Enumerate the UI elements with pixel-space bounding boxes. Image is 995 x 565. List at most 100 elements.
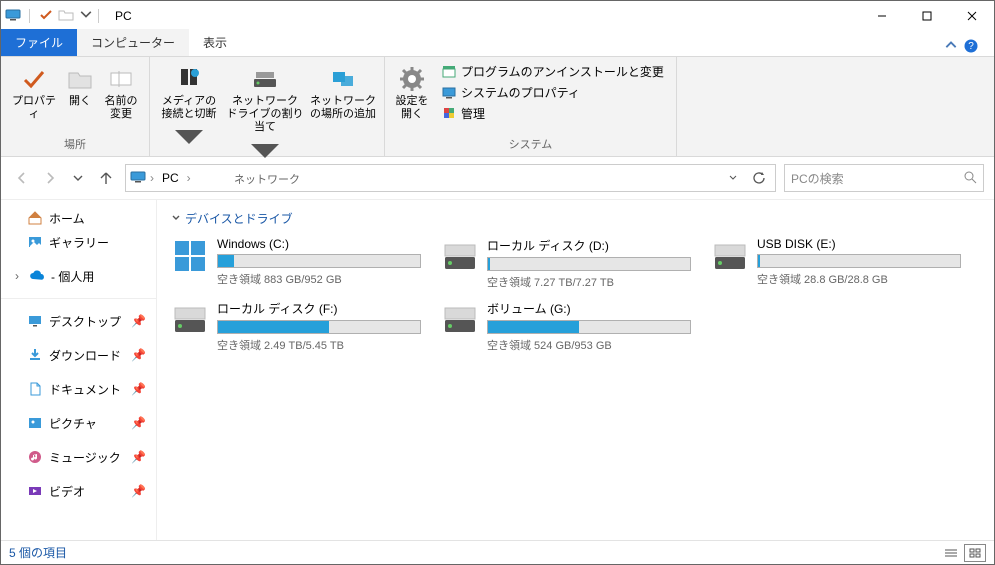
media-connect-button[interactable]: メディアの接続と切断 bbox=[156, 61, 222, 169]
drive-name: ローカル ディスク (D:) bbox=[487, 237, 691, 254]
sidebar-item-desktop[interactable]: デスクトップ 📌 bbox=[1, 309, 156, 333]
ribbon-group-network: メディアの接続と切断 ネットワーク ドライブの割り当て ネットワークの場所の追加… bbox=[150, 57, 385, 156]
sidebar-item-pictures[interactable]: ピクチャ 📌 bbox=[1, 411, 156, 435]
sidebar-item-label: ミュージック bbox=[49, 449, 121, 466]
drive-item[interactable]: Windows (C:)空き領域 883 GB/952 GB bbox=[171, 237, 421, 290]
sidebar-item-label: デスクトップ bbox=[49, 313, 121, 330]
properties-label: プロパティ bbox=[9, 95, 59, 121]
chevron-right-icon[interactable]: › bbox=[150, 171, 154, 185]
add-network-location-label: ネットワークの場所の追加 bbox=[310, 95, 376, 121]
view-tiles-button[interactable] bbox=[964, 544, 986, 562]
expand-icon[interactable]: › bbox=[11, 269, 23, 283]
map-drive-button[interactable]: ネットワーク ドライブの割り当て bbox=[224, 61, 306, 169]
drive-free-space: 空き領域 524 GB/953 GB bbox=[487, 337, 691, 353]
drive-free-space: 空き領域 883 GB/952 GB bbox=[217, 271, 421, 287]
forward-button[interactable] bbox=[39, 167, 61, 189]
drive-item[interactable]: ローカル ディスク (D:)空き領域 7.27 TB/7.27 TB bbox=[441, 237, 691, 290]
drive-icon bbox=[711, 237, 749, 275]
system-properties-label: システムのプロパティ bbox=[461, 84, 580, 101]
drive-item[interactable]: ボリューム (G:)空き領域 524 GB/953 GB bbox=[441, 300, 691, 353]
sidebar-item-label: ダウンロード bbox=[49, 347, 121, 364]
ribbon-tabs: ファイル コンピューター 表示 ? bbox=[1, 31, 994, 57]
drive-usage-bar bbox=[757, 254, 961, 268]
pin-icon: 📌 bbox=[131, 314, 146, 328]
add-network-location-button[interactable]: ネットワークの場所の追加 bbox=[308, 61, 378, 169]
history-dropdown[interactable] bbox=[67, 167, 89, 189]
explorer-window: PC ファイル コンピューター 表示 ? プロパティ 開 bbox=[0, 0, 995, 565]
minimize-button[interactable] bbox=[859, 1, 904, 31]
manage-label: 管理 bbox=[461, 105, 485, 122]
drive-free-space: 空き領域 2.49 TB/5.45 TB bbox=[217, 337, 421, 353]
search-box[interactable]: PCの検索 bbox=[784, 164, 984, 192]
drive-icon bbox=[441, 300, 479, 338]
sidebar-item-label: - 個人用 bbox=[51, 268, 94, 285]
system-properties-button[interactable]: システムのプロパティ bbox=[435, 82, 670, 103]
qat-separator bbox=[29, 9, 30, 23]
media-connect-label: メディアの接続と切断 bbox=[158, 95, 220, 121]
content-area: デバイスとドライブ Windows (C:)空き領域 883 GB/952 GB… bbox=[157, 200, 994, 540]
folder-icon[interactable] bbox=[58, 7, 74, 26]
window-title: PC bbox=[115, 9, 132, 23]
search-icon bbox=[963, 170, 977, 187]
pin-icon: 📌 bbox=[131, 416, 146, 430]
drive-usage-bar bbox=[487, 257, 691, 271]
collapse-ribbon-icon[interactable] bbox=[944, 39, 958, 56]
sidebar-item-label: ビデオ bbox=[49, 483, 85, 500]
tab-view[interactable]: 表示 bbox=[189, 29, 241, 56]
refresh-button[interactable] bbox=[747, 166, 771, 190]
open-settings-button[interactable]: 設定を開く bbox=[391, 61, 433, 125]
sidebar-item-onedrive-personal[interactable]: › - 個人用 bbox=[1, 264, 156, 288]
drive-item[interactable]: ローカル ディスク (F:)空き領域 2.49 TB/5.45 TB bbox=[171, 300, 421, 353]
sidebar-item-music[interactable]: ミュージック 📌 bbox=[1, 445, 156, 469]
navigation-row: › PC › PCの検索 bbox=[1, 157, 994, 199]
drive-usage-bar bbox=[217, 320, 421, 334]
qat-dropdown-icon[interactable] bbox=[78, 7, 94, 26]
drive-icon bbox=[441, 237, 479, 275]
view-details-button[interactable] bbox=[940, 544, 962, 562]
drive-item[interactable]: USB DISK (E:)空き領域 28.8 GB/28.8 GB bbox=[711, 237, 961, 290]
map-drive-label: ネットワーク ドライブの割り当て bbox=[226, 95, 304, 135]
sidebar-item-gallery[interactable]: ギャラリー bbox=[1, 230, 156, 254]
window-controls bbox=[859, 1, 994, 31]
ribbon-group-system: 設定を開く プログラムのアンインストールと変更 システムのプロパティ 管理 bbox=[385, 57, 677, 156]
chevron-right-icon[interactable]: › bbox=[187, 171, 191, 185]
title-bar: PC bbox=[1, 1, 994, 31]
svg-text:?: ? bbox=[968, 41, 974, 52]
rename-button[interactable]: 名前の変更 bbox=[99, 61, 143, 125]
drive-icon bbox=[171, 300, 209, 338]
properties-button[interactable]: プロパティ bbox=[7, 61, 61, 125]
location-group-label: 場所 bbox=[7, 134, 143, 154]
chevron-down-icon bbox=[171, 212, 181, 226]
quick-access-toolbar bbox=[5, 7, 94, 26]
tab-computer[interactable]: コンピューター bbox=[77, 29, 189, 56]
manage-button[interactable]: 管理 bbox=[435, 103, 670, 124]
sidebar-item-home[interactable]: ホーム bbox=[1, 206, 156, 230]
drive-name: USB DISK (E:) bbox=[757, 237, 961, 251]
drive-usage-bar bbox=[217, 254, 421, 268]
maximize-button[interactable] bbox=[904, 1, 949, 31]
group-header-devices[interactable]: デバイスとドライブ bbox=[171, 210, 980, 227]
group-header-text: デバイスとドライブ bbox=[185, 210, 293, 227]
sidebar-item-downloads[interactable]: ダウンロード 📌 bbox=[1, 343, 156, 367]
tab-file[interactable]: ファイル bbox=[1, 29, 77, 56]
back-button[interactable] bbox=[11, 167, 33, 189]
drive-usage-bar bbox=[487, 320, 691, 334]
address-bar[interactable]: › PC › bbox=[125, 164, 776, 192]
properties-icon[interactable] bbox=[38, 7, 54, 26]
up-button[interactable] bbox=[95, 167, 117, 189]
sidebar-item-documents[interactable]: ドキュメント 📌 bbox=[1, 377, 156, 401]
pc-icon bbox=[5, 7, 21, 26]
close-button[interactable] bbox=[949, 1, 994, 31]
drive-grid: Windows (C:)空き領域 883 GB/952 GB ローカル ディスク … bbox=[171, 237, 980, 353]
help-icon[interactable]: ? bbox=[964, 39, 978, 56]
pin-icon: 📌 bbox=[131, 382, 146, 396]
breadcrumb-pc[interactable]: PC bbox=[158, 171, 183, 185]
open-button[interactable]: 開く bbox=[63, 61, 97, 125]
ribbon-group-location: プロパティ 開く 名前の変更 場所 bbox=[1, 57, 150, 156]
pin-icon: 📌 bbox=[131, 348, 146, 362]
drive-icon bbox=[171, 237, 209, 275]
sidebar-item-videos[interactable]: ビデオ 📌 bbox=[1, 479, 156, 503]
uninstall-programs-button[interactable]: プログラムのアンインストールと変更 bbox=[435, 61, 670, 82]
addressbar-dropdown[interactable] bbox=[721, 166, 745, 190]
sidebar-item-label: ドキュメント bbox=[49, 381, 121, 398]
